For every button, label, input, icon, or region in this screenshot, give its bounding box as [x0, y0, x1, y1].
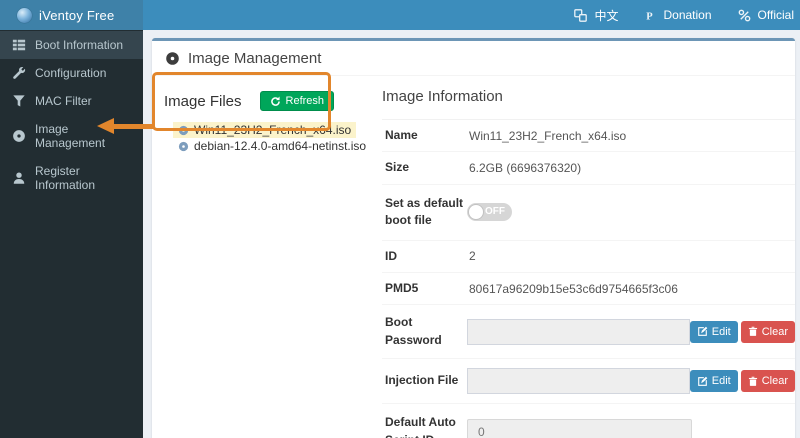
injection-file-label: Injection File: [382, 372, 467, 389]
svg-text:P: P: [647, 11, 654, 22]
sidebar-item-label: Image Management: [35, 122, 135, 150]
disc-icon: [12, 129, 26, 143]
page-title: Image Management: [188, 50, 321, 67]
top-navbar: iVentoy Free 中文 P Donation Official: [0, 0, 800, 30]
toggle-state-label: OFF: [485, 206, 505, 217]
sidebar-item-label: Register Information: [35, 164, 135, 192]
auto-script-id-input[interactable]: [467, 419, 692, 438]
disc-icon: [165, 51, 180, 66]
row-default-boot: Set as default boot file OFF: [382, 185, 795, 241]
filter-icon: [12, 94, 26, 108]
image-files-header: Image Files Refresh: [164, 91, 374, 111]
default-boot-toggle[interactable]: OFF: [467, 203, 512, 221]
main-content: Image Management Image Files Refresh: [143, 30, 800, 438]
row-name: Name Win11_23H2_French_x64.iso: [382, 120, 795, 152]
row-auto-script-id: Default Auto Script ID: [382, 404, 795, 438]
nav-language-label: 中文: [594, 7, 618, 24]
clear-label: Clear: [762, 375, 788, 387]
sidebar-item-label: Configuration: [35, 66, 106, 80]
wrench-icon: [12, 66, 26, 80]
row-boot-password: Boot Password Edit: [382, 305, 795, 359]
edit-icon: [697, 326, 708, 337]
box-body: Image Files Refresh Win11_23: [152, 76, 795, 438]
sidebar: Boot Information Configuration MAC Filte…: [0, 30, 143, 438]
trash-icon: [748, 326, 758, 337]
refresh-label: Refresh: [286, 95, 325, 107]
trash-icon: [748, 376, 758, 387]
id-value: 2: [467, 249, 476, 263]
injection-file-buttons: Edit Clear: [690, 370, 795, 392]
toggle-knob: [468, 204, 484, 220]
file-item-debian[interactable]: debian-12.4.0-amd64-netinst.iso: [173, 138, 371, 154]
paypal-icon: P: [644, 9, 656, 22]
clear-label: Clear: [762, 326, 788, 338]
edit-label: Edit: [712, 326, 731, 338]
name-label: Name: [382, 127, 467, 144]
translate-icon: [574, 9, 587, 22]
sidebar-item-label: Boot Information: [35, 38, 123, 52]
default-boot-label: Set as default boot file: [382, 195, 467, 230]
injection-file-input[interactable]: [467, 368, 690, 394]
image-files-title: Image Files: [164, 93, 242, 110]
sidebar-item-image-management[interactable]: Image Management: [0, 115, 143, 157]
image-information-title: Image Information: [382, 88, 795, 105]
size-value: 6.2GB (6696376320): [467, 161, 581, 175]
image-information-table: Name Win11_23H2_French_x64.iso Size 6.2G…: [382, 119, 795, 438]
row-size: Size 6.2GB (6696376320): [382, 152, 795, 184]
refresh-icon: [270, 96, 281, 107]
edit-icon: [697, 376, 708, 387]
nav-official[interactable]: Official: [738, 8, 794, 22]
injection-file-edit-button[interactable]: Edit: [690, 370, 738, 392]
box-header: Image Management: [152, 41, 795, 76]
row-injection-file: Injection File Edit: [382, 359, 795, 404]
injection-file-clear-button[interactable]: Clear: [741, 370, 795, 392]
refresh-button[interactable]: Refresh: [260, 91, 335, 111]
boot-password-edit-button[interactable]: Edit: [690, 321, 738, 343]
pmd5-value: 80617a96209b15e53c6d9754665f3c06: [467, 282, 678, 296]
sidebar-item-boot-information[interactable]: Boot Information: [0, 31, 143, 59]
boot-password-label: Boot Password: [382, 314, 467, 349]
app-title: iVentoy Free: [39, 8, 114, 23]
topbar-nav: 中文 P Donation Official: [574, 0, 794, 30]
link-icon: [738, 9, 751, 22]
boot-password-clear-button[interactable]: Clear: [741, 321, 795, 343]
edit-label: Edit: [712, 375, 731, 387]
nav-donation[interactable]: P Donation: [644, 8, 711, 22]
size-label: Size: [382, 159, 467, 176]
list-icon: [12, 38, 26, 52]
sidebar-item-label: MAC Filter: [35, 94, 92, 108]
id-label: ID: [382, 248, 467, 265]
boot-password-buttons: Edit Clear: [690, 321, 795, 343]
user-icon: [12, 171, 26, 185]
disc-icon: [178, 125, 189, 136]
auto-script-id-label: Default Auto Script ID: [382, 414, 467, 438]
file-item-win11[interactable]: Win11_23H2_French_x64.iso: [173, 122, 356, 138]
nav-donation-label: Donation: [663, 8, 711, 22]
sidebar-item-register-information[interactable]: Register Information: [0, 157, 143, 199]
app-logo[interactable]: iVentoy Free: [0, 0, 143, 30]
sidebar-item-mac-filter[interactable]: MAC Filter: [0, 87, 143, 115]
sidebar-item-configuration[interactable]: Configuration: [0, 59, 143, 87]
file-name: Win11_23H2_French_x64.iso: [194, 123, 351, 137]
nav-language[interactable]: 中文: [574, 7, 618, 24]
iventoy-globe-icon: [17, 8, 32, 23]
image-files-panel: Image Files Refresh Win11_23: [164, 91, 374, 154]
file-name: debian-12.4.0-amd64-netinst.iso: [194, 139, 366, 153]
image-management-box: Image Management Image Files Refresh: [152, 38, 795, 438]
name-value: Win11_23H2_French_x64.iso: [467, 129, 626, 143]
nav-official-label: Official: [758, 8, 794, 22]
boot-password-input[interactable]: [467, 319, 690, 345]
pmd5-label: PMD5: [382, 280, 467, 297]
row-id: ID 2: [382, 241, 795, 273]
disc-icon: [178, 141, 189, 152]
row-pmd5: PMD5 80617a96209b15e53c6d9754665f3c06: [382, 273, 795, 305]
image-file-list: Win11_23H2_French_x64.iso debian-12.4.0-…: [164, 122, 374, 154]
image-information-panel: Image Information Name Win11_23H2_French…: [382, 88, 795, 438]
